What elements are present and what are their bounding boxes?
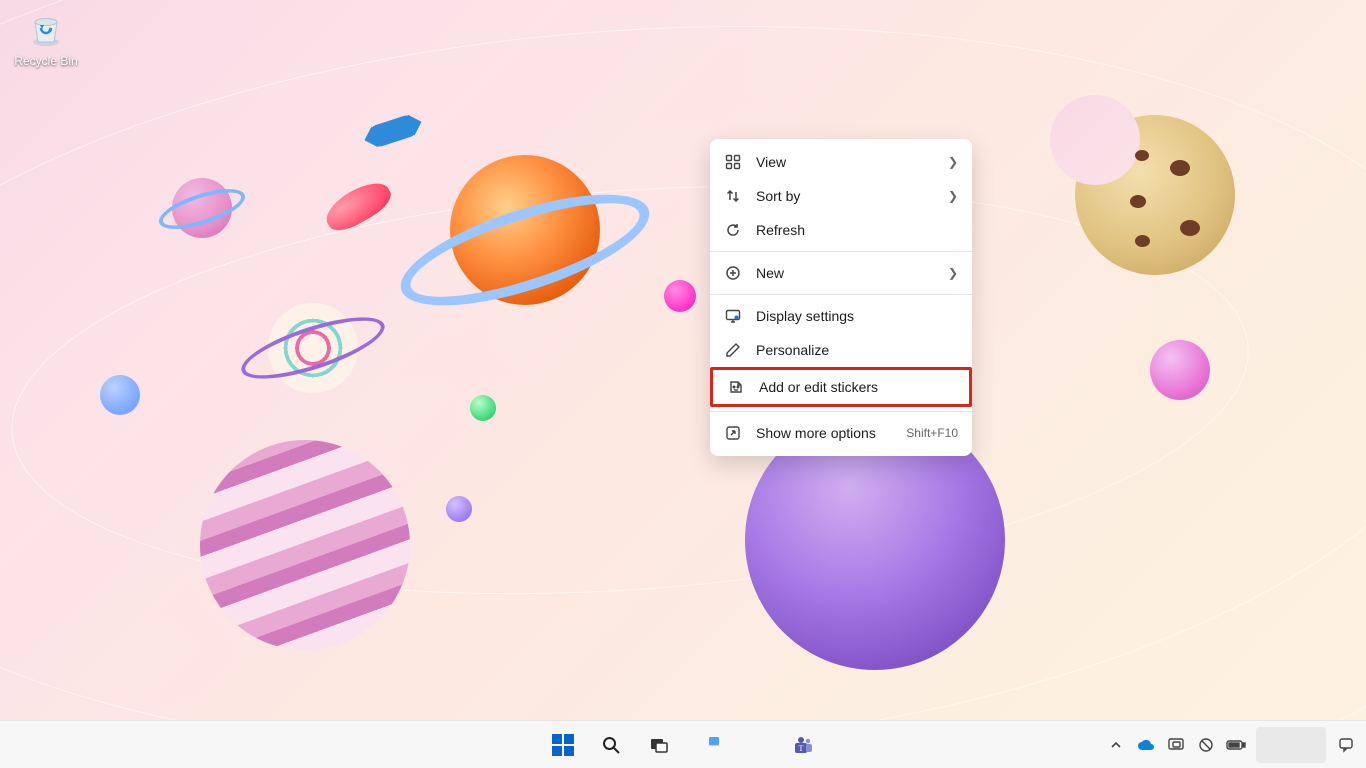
teams-icon: T — [792, 734, 814, 756]
menu-label: Personalize — [756, 342, 958, 358]
battery-icon — [1226, 739, 1246, 751]
context-menu-new[interactable]: New ❯ — [710, 256, 972, 290]
wallpaper-mini-planet — [664, 280, 696, 312]
wallpaper-planet-pink — [200, 440, 410, 650]
chat-bubble-icon — [1338, 737, 1354, 753]
chevron-right-icon: ❯ — [948, 266, 958, 280]
display-icon — [724, 308, 742, 324]
view-grid-icon — [724, 154, 742, 170]
menu-label: Sort by — [756, 188, 934, 204]
refresh-icon — [724, 222, 742, 238]
wallpaper-mini-planet — [1150, 340, 1210, 400]
task-view-icon — [649, 735, 669, 755]
pencil-icon — [724, 342, 742, 358]
tray-overflow-button[interactable] — [1102, 725, 1130, 765]
menu-label: Add or edit stickers — [759, 379, 955, 395]
highlighted-menu-item: Add or edit stickers — [710, 367, 972, 407]
menu-label: Refresh — [756, 222, 958, 238]
context-menu-personalize[interactable]: Personalize — [710, 333, 972, 367]
taskbar: T — [0, 720, 1366, 768]
menu-separator — [710, 411, 972, 412]
menu-label: View — [756, 154, 934, 170]
desktop-context-menu: View ❯ Sort by ❯ Refresh — [710, 139, 972, 456]
taskbar-center: T — [543, 725, 823, 765]
wallpaper-mini-planet — [100, 375, 140, 415]
battery-tray-button[interactable] — [1222, 725, 1250, 765]
file-explorer-button[interactable] — [687, 725, 727, 765]
desktop-wallpaper[interactable]: Recycle Bin View ❯ Sort by ❯ — [0, 0, 1366, 720]
no-network-tray-button[interactable] — [1192, 725, 1220, 765]
recycle-bin-label: Recycle Bin — [8, 54, 84, 68]
clock-tray-area[interactable] — [1256, 727, 1326, 763]
plus-circle-icon — [724, 265, 742, 281]
recycle-bin-desktop-icon[interactable]: Recycle Bin — [8, 6, 84, 68]
search-icon — [601, 735, 621, 755]
wallpaper-cookie-planet — [1075, 115, 1235, 275]
menu-label: Show more options — [756, 425, 892, 441]
taskbar-system-tray — [1102, 725, 1360, 765]
context-menu-sort-by[interactable]: Sort by ❯ — [710, 179, 972, 213]
menu-label: New — [756, 265, 934, 281]
onedrive-tray-button[interactable] — [1132, 725, 1160, 765]
cast-icon — [1168, 738, 1184, 752]
wallpaper-ringed-disc — [268, 303, 358, 393]
teams-button[interactable]: T — [783, 725, 823, 765]
sort-icon — [724, 188, 742, 204]
context-menu-refresh[interactable]: Refresh — [710, 213, 972, 247]
task-view-button[interactable] — [639, 725, 679, 765]
chevron-right-icon: ❯ — [948, 189, 958, 203]
cast-tray-button[interactable] — [1162, 725, 1190, 765]
wallpaper-mini-planet — [446, 496, 472, 522]
chevron-right-icon: ❯ — [948, 155, 958, 169]
menu-separator — [710, 251, 972, 252]
search-button[interactable] — [591, 725, 631, 765]
menu-label: Display settings — [756, 308, 958, 324]
windows-logo-icon — [552, 734, 574, 756]
menu-separator — [710, 294, 972, 295]
start-button[interactable] — [543, 725, 583, 765]
svg-text:T: T — [799, 744, 804, 753]
no-network-icon — [1198, 737, 1214, 753]
notifications-tray-button[interactable] — [1332, 725, 1360, 765]
expand-icon — [724, 425, 742, 441]
wallpaper-pluto — [172, 178, 232, 238]
cloud-icon — [1137, 738, 1155, 752]
chevron-up-icon — [1110, 739, 1122, 751]
context-menu-display-settings[interactable]: Display settings — [710, 299, 972, 333]
sticker-icon — [727, 379, 745, 395]
edge-button[interactable] — [735, 725, 775, 765]
context-menu-show-more-options[interactable]: Show more options Shift+F10 — [710, 416, 972, 450]
wallpaper-planet-orange — [450, 155, 600, 305]
wallpaper-mini-planet — [470, 395, 496, 421]
recycle-bin-icon — [8, 6, 84, 54]
context-menu-view[interactable]: View ❯ — [710, 145, 972, 179]
context-menu-add-edit-stickers[interactable]: Add or edit stickers — [713, 370, 969, 404]
menu-shortcut: Shift+F10 — [906, 426, 958, 440]
